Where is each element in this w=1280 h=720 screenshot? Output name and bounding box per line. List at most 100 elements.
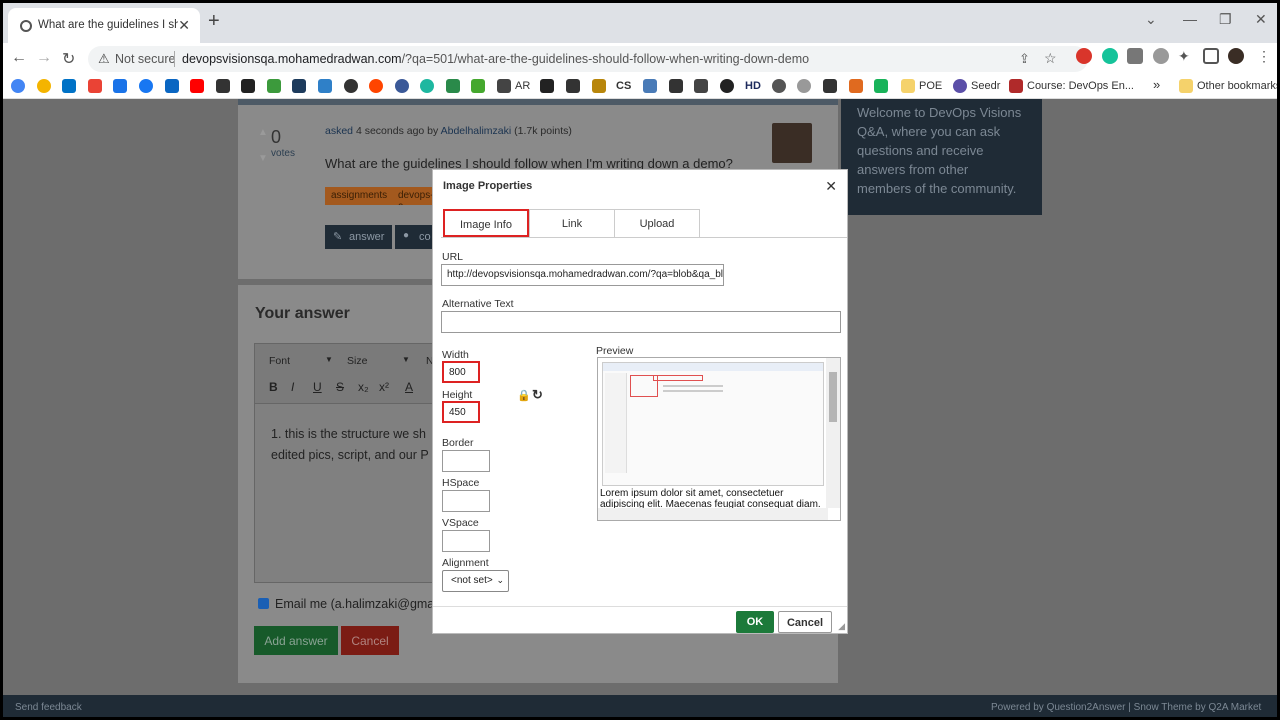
tab-image-info[interactable]: Image Info [443,209,529,237]
bookmark-icon[interactable] [694,79,708,93]
other-bookmarks[interactable]: Other bookmarks [1197,80,1277,92]
omnibox[interactable]: ⚠ Not secure devopsvisionsqa.mohamedradw… [88,46,1088,72]
subscript-button[interactable]: x₂ [358,380,369,394]
bookmark-icon[interactable] [874,79,888,93]
add-answer-button[interactable]: Add answer [254,626,338,655]
close-tab-icon[interactable]: ✕ [178,17,190,34]
email-checkbox[interactable] [258,598,269,609]
minimize-icon[interactable]: — [1183,11,1197,27]
ok-button[interactable]: OK [736,611,774,633]
upvote-arrow-icon[interactable]: ▲ [258,127,268,138]
tab-link[interactable]: Link [529,209,615,237]
superscript-button[interactable]: x² [379,380,389,394]
cancel-button[interactable]: Cancel [778,611,832,633]
bookmark-icon[interactable] [669,79,683,93]
answer-button[interactable]: ✎ answer [325,225,393,249]
preview-scrollbar[interactable] [826,358,840,508]
bookmark-icon[interactable] [446,79,460,93]
share-icon[interactable]: ⇪ [1019,51,1030,67]
reload-icon[interactable]: ↻ [62,49,75,69]
bookmark-icon[interactable] [797,79,811,93]
vspace-field[interactable] [442,530,490,552]
tag-devops[interactable]: devops-c [392,187,432,205]
linkedin-icon[interactable] [165,79,179,93]
facebook-icon[interactable] [139,79,153,93]
reset-size-icon[interactable]: ↻ [532,387,543,403]
url-field[interactable]: http://devopsvisionsqa.mohamedradwan.com… [441,264,724,286]
editor-body[interactable]: 1. this is the structure we sh edited pi… [271,424,451,466]
width-field[interactable]: 800 [442,361,480,383]
aol-icon[interactable] [113,79,127,93]
bookmark-icon[interactable] [643,79,657,93]
size-dropdown[interactable]: Size [347,355,367,367]
tag-assignments[interactable]: assignments [325,187,394,205]
tab-upload[interactable]: Upload [614,209,700,237]
bookmark-icon[interactable] [540,79,554,93]
hspace-field[interactable] [442,490,490,512]
bookmark-icon[interactable] [592,79,606,93]
bookmark-icon[interactable] [420,79,434,93]
underline-button[interactable]: U [313,380,322,394]
border-field[interactable] [442,450,490,472]
bookmark-icon[interactable] [395,79,409,93]
scrollbar-thumb[interactable] [829,372,837,422]
bold-button[interactable]: B [269,380,278,394]
bookmark-icon[interactable] [292,79,306,93]
youtube-icon[interactable] [190,79,204,93]
extension-icon[interactable] [1127,48,1143,64]
chevron-down-icon[interactable]: ⌄ [1145,11,1157,28]
extension-icon[interactable] [1153,48,1169,64]
restore-icon[interactable]: ❐ [1219,11,1232,28]
lock-ratio-icon[interactable]: 🔒 [517,389,531,402]
asked-link[interactable]: asked [325,125,353,137]
rich-text-editor[interactable]: Font ▼ Size ▼ N B I U S x₂ x² A 1. this … [254,343,454,583]
bookmark-icon[interactable] [497,79,511,93]
comment-button[interactable]: ● co [395,225,432,249]
sidepanel-icon[interactable] [1203,48,1219,64]
height-field[interactable]: 450 [442,401,480,423]
bookmark-hd[interactable]: HD [745,80,761,92]
gmail-icon[interactable] [88,79,102,93]
feedback-link[interactable]: Send feedback [15,702,82,713]
bookmark-course[interactable]: Course: DevOps En... [1027,80,1134,92]
outlook-icon[interactable] [62,79,76,93]
bookmark-icon[interactable] [772,79,786,93]
forward-arrow-icon[interactable]: → [36,49,52,67]
bookmark-icon[interactable] [823,79,837,93]
font-dropdown[interactable]: Font [269,355,290,367]
bookmark-cs[interactable]: CS [616,80,631,92]
bookmark-icon[interactable] [37,79,51,93]
close-icon[interactable]: ✕ [825,178,837,195]
text-color-button[interactable]: A [405,380,413,394]
author-link[interactable]: Abdelhalimzaki [441,125,512,137]
profile-avatar[interactable] [1228,48,1244,64]
star-icon[interactable]: ☆ [1044,50,1057,67]
email-notify-row[interactable]: Email me (a.halimzaki@gma [258,597,434,611]
bookmark-icon[interactable] [241,79,255,93]
bookmark-seedr[interactable]: Seedr [971,80,1000,92]
back-arrow-icon[interactable]: ← [11,49,27,67]
bookmark-icon[interactable] [267,79,281,93]
bookmark-icon[interactable] [318,79,332,93]
bookmark-icon[interactable] [344,79,358,93]
close-window-icon[interactable]: ✕ [1255,11,1267,28]
bookmark-icon[interactable] [849,79,863,93]
bookmark-ar[interactable]: AR [515,80,530,92]
strike-button[interactable]: S [336,380,344,394]
trophy-icon[interactable] [566,79,580,93]
google-icon[interactable] [11,79,25,93]
grammarly-icon[interactable] [1102,48,1118,64]
bookmark-poe[interactable]: POE [919,80,942,92]
more-bookmarks-icon[interactable]: » [1153,77,1160,92]
italic-button[interactable]: I [291,380,294,394]
cancel-answer-button[interactable]: Cancel [341,626,399,655]
downvote-arrow-icon[interactable]: ▼ [258,153,268,164]
reddit-icon[interactable] [369,79,383,93]
alt-text-field[interactable] [441,311,841,333]
resize-handle-icon[interactable]: ◢ [838,621,845,632]
browser-tab[interactable]: What are the guidelines I should ✕ [8,8,200,43]
avatar[interactable] [772,123,812,163]
url-text[interactable]: devopsvisionsqa.mohamedradwan.com/?qa=50… [182,52,809,66]
new-tab-button[interactable]: + [208,10,220,33]
bookmark-icon[interactable] [216,79,230,93]
